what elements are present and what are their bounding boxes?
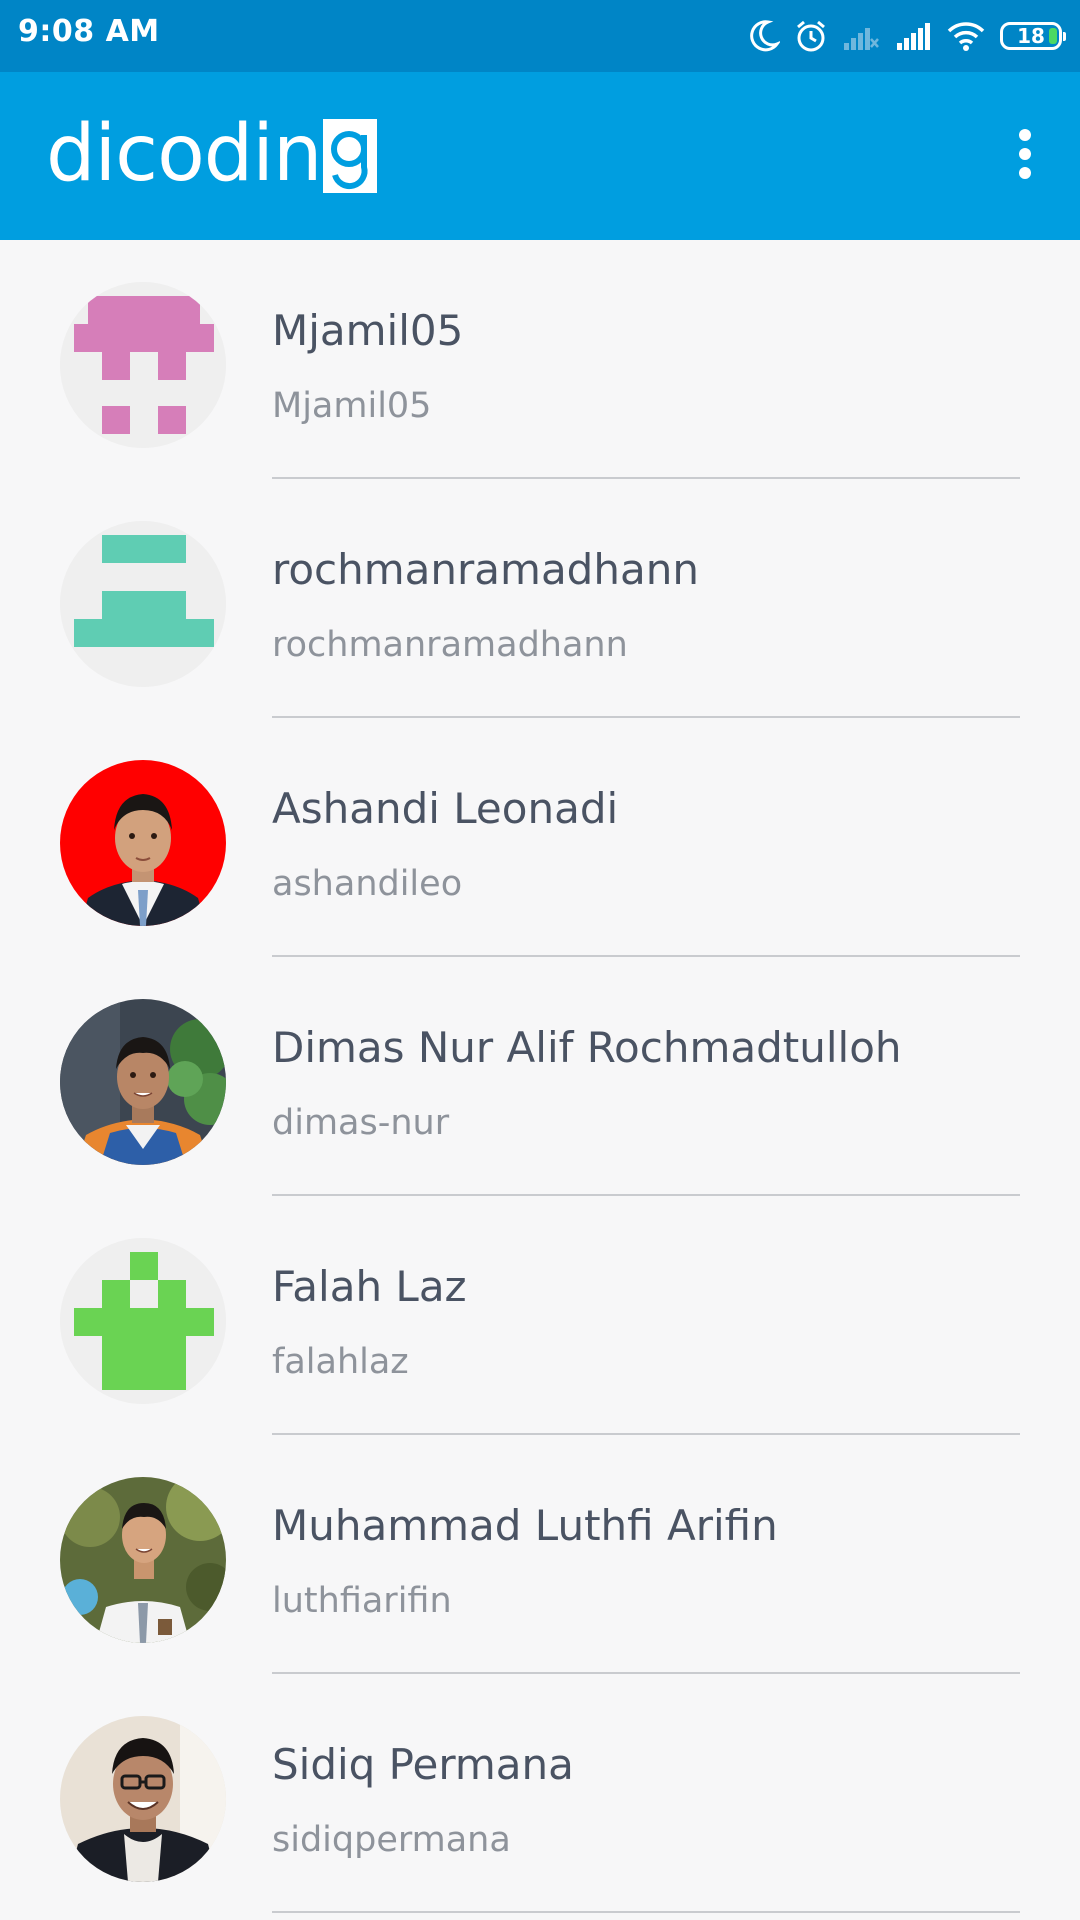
user-login: falahlaz bbox=[272, 1342, 409, 1382]
status-time: 9:08 AM bbox=[18, 14, 160, 49]
user-name: rochmanramadhann bbox=[272, 545, 699, 594]
avatar bbox=[60, 999, 226, 1165]
user-login: dimas-nur bbox=[272, 1103, 450, 1143]
list-item[interactable]: rochmanramadhann rochmanramadhann bbox=[0, 479, 1080, 718]
wifi-icon bbox=[946, 20, 986, 52]
list-item[interactable]: Muhammad Luthfi Arifin luthfiarifin bbox=[0, 1435, 1080, 1674]
user-name: Muhammad Luthfi Arifin bbox=[272, 1501, 778, 1550]
list-item[interactable]: Falah Laz falahlaz bbox=[0, 1196, 1080, 1435]
user-login: rochmanramadhann bbox=[272, 625, 628, 665]
avatar bbox=[60, 1238, 226, 1404]
overflow-menu-button[interactable] bbox=[1000, 122, 1050, 186]
battery-level: 18 bbox=[1017, 24, 1045, 48]
status-icons: 18 bbox=[748, 16, 1066, 56]
signal-sim1-icon bbox=[842, 21, 880, 51]
divider bbox=[272, 1911, 1020, 1913]
avatar bbox=[60, 521, 226, 687]
avatar bbox=[60, 760, 226, 926]
app-bar: dicodin bbox=[0, 72, 1080, 240]
list-item[interactable]: Sidiq Permana sidiqpermana bbox=[0, 1674, 1080, 1913]
list-item[interactable]: Dimas Nur Alif Rochmadtulloh dimas-nur bbox=[0, 957, 1080, 1196]
avatar bbox=[60, 1716, 226, 1882]
logo-text: dicodin bbox=[46, 109, 322, 199]
avatar bbox=[60, 1477, 226, 1643]
list-item[interactable]: Ashandi Leonadi ashandileo bbox=[0, 718, 1080, 957]
dicoding-logo: dicodin bbox=[46, 109, 378, 199]
user-list: Mjamil05 Mjamil05 rochmanramadhann rochm… bbox=[0, 240, 1080, 1913]
user-name: Sidiq Permana bbox=[272, 1740, 574, 1789]
user-login: sidiqpermana bbox=[272, 1820, 511, 1860]
user-login: ashandileo bbox=[272, 864, 463, 904]
user-name: Dimas Nur Alif Rochmadtulloh bbox=[272, 1023, 902, 1072]
user-name: Ashandi Leonadi bbox=[272, 784, 619, 833]
user-login: luthfiarifin bbox=[272, 1581, 452, 1621]
battery-icon: 18 bbox=[1000, 22, 1066, 50]
user-name: Falah Laz bbox=[272, 1262, 467, 1311]
user-name: Mjamil05 bbox=[272, 306, 464, 355]
overflow-menu-icon bbox=[1019, 129, 1031, 141]
overflow-menu-dot bbox=[1019, 148, 1031, 160]
moon-icon bbox=[748, 19, 780, 53]
avatar bbox=[60, 282, 226, 448]
signal-sim2-icon bbox=[894, 21, 932, 51]
status-bar: 9:08 AM 18 bbox=[0, 0, 1080, 72]
logo-g-box bbox=[323, 119, 378, 193]
user-login: Mjamil05 bbox=[272, 386, 432, 426]
alarm-icon bbox=[794, 19, 828, 53]
list-item[interactable]: Mjamil05 Mjamil05 bbox=[0, 240, 1080, 479]
overflow-menu-dot bbox=[1019, 167, 1031, 179]
